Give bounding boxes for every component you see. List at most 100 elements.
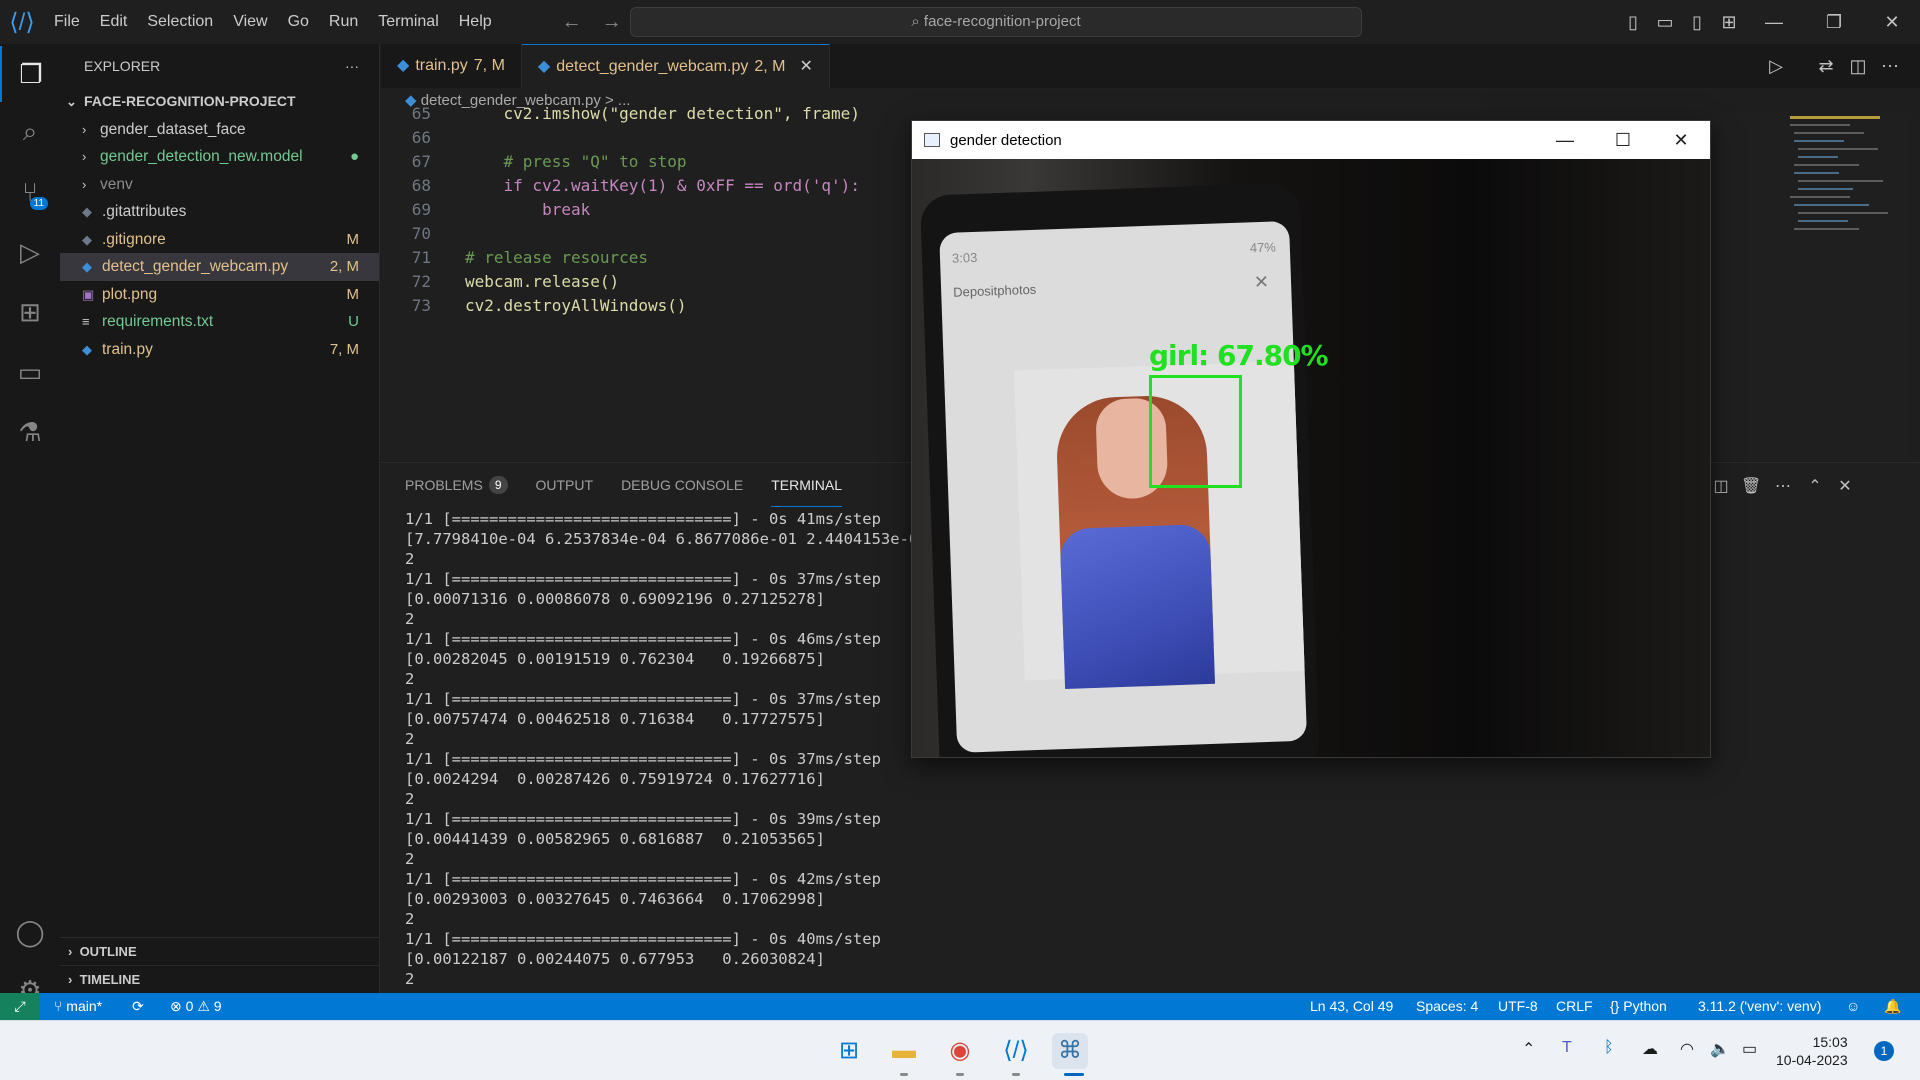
window-maximize-icon[interactable]: ☐ <box>1594 121 1652 159</box>
python-taskbar-icon[interactable]: ⌘ <box>1052 1033 1088 1069</box>
encoding[interactable]: UTF-8 <box>1498 993 1538 1020</box>
timeline-section[interactable]: › TIMELINE <box>60 965 379 993</box>
git-status-badge: M <box>346 285 360 303</box>
tree-file[interactable]: ◆ detect_gender_webcam.py 2, M <box>60 253 379 281</box>
tree-item-label: train.py <box>102 340 153 358</box>
accounts-icon[interactable]: ◯ <box>0 904 60 960</box>
tree-file[interactable]: ◆ .gitattributes <box>60 198 379 226</box>
language-mode[interactable]: {} Python <box>1610 993 1667 1020</box>
panel-tab-output[interactable]: OUTPUT <box>536 463 594 507</box>
panel-more-icon[interactable]: ⋯ <box>1773 477 1793 497</box>
panel-tab-debug-console[interactable]: DEBUG CONSOLE <box>621 463 743 507</box>
notifications-bell-icon[interactable]: 🔔 <box>1884 993 1901 1020</box>
volume-icon[interactable]: 🔈 <box>1710 1039 1730 1059</box>
chevron-right-icon: › <box>68 972 80 987</box>
command-center-search[interactable]: ⌕ face-recognition-project <box>630 7 1362 37</box>
tree-file[interactable]: ◆ .gitignore M <box>60 226 379 254</box>
tab-status: 2, M <box>754 57 786 75</box>
vscode-taskbar-icon[interactable]: ⟨/⟩ <box>998 1033 1034 1069</box>
menu-edit[interactable]: Edit <box>90 0 138 44</box>
more-actions-icon[interactable]: ··· <box>345 44 359 88</box>
editor-tab[interactable]: ◆ detect_gender_webcam.py 2, M ✕ <box>521 44 830 89</box>
remote-explorer-icon[interactable]: ▭ <box>0 344 60 400</box>
teams-icon[interactable]: T <box>1562 1039 1572 1057</box>
extensions-icon[interactable]: ⊞ <box>0 284 60 340</box>
onedrive-cloud-icon[interactable]: ☁ <box>1642 1039 1658 1059</box>
toggle-secondary-sidebar-icon[interactable]: ▯ <box>1685 10 1709 34</box>
chrome-icon[interactable]: ◉ <box>942 1033 978 1069</box>
outline-section[interactable]: › OUTLINE <box>60 937 379 965</box>
tree-file[interactable]: ▣ plot.png M <box>60 281 379 309</box>
menu-file[interactable]: File <box>44 0 90 44</box>
indentation[interactable]: Spaces: 4 <box>1416 993 1478 1020</box>
notification-badge[interactable]: 1 <box>1874 1041 1894 1061</box>
menu-run[interactable]: Run <box>319 0 368 44</box>
tree-file[interactable]: ≡ requirements.txt U <box>60 308 379 336</box>
terminal-line: 1/1 [==============================] - 0… <box>405 750 881 768</box>
cursor-position[interactable]: Ln 43, Col 49 <box>1310 993 1393 1020</box>
project-root-folder[interactable]: ⌄ FACE-RECOGNITION-PROJECT <box>60 88 379 116</box>
tree-folder[interactable]: › gender_detection_new.model ● <box>60 143 379 171</box>
bluetooth-icon[interactable]: ᛒ <box>1604 1039 1614 1057</box>
minimap[interactable] <box>1780 114 1910 462</box>
back-arrow-icon[interactable]: ← <box>562 11 582 34</box>
menu-terminal[interactable]: Terminal <box>368 0 448 44</box>
split-editor-icon[interactable]: ◫ <box>1846 54 1870 78</box>
git-branch[interactable]: ⑂ main* <box>54 993 102 1020</box>
battery-icon[interactable]: ▭ <box>1742 1039 1757 1059</box>
close-panel-icon[interactable]: ✕ <box>1835 477 1855 497</box>
kill-terminal-icon[interactable]: 🗑 <box>1741 477 1761 497</box>
remote-indicator-icon[interactable]: ⤢ <box>0 993 40 1020</box>
tab-label: train.py <box>415 57 468 74</box>
tab-close-icon[interactable]: ✕ <box>799 45 812 89</box>
window-close-icon[interactable]: ✕ <box>1652 121 1710 159</box>
menu-go[interactable]: Go <box>278 0 319 44</box>
line-ending[interactable]: CRLF <box>1556 993 1593 1020</box>
code-text: cv2.imshow("gender detection", frame) <box>465 104 860 123</box>
search-icon[interactable]: ⌕ <box>0 104 60 160</box>
vscode-logo-icon: ⟨/⟩ <box>9 8 35 36</box>
maximize-panel-icon[interactable]: ⌃ <box>1805 477 1825 497</box>
run-debug-icon[interactable]: ▷ <box>0 224 60 280</box>
problems-indicator[interactable]: ⊗ 0 ⚠ 9 <box>170 993 222 1020</box>
panel-tab-problems[interactable]: PROBLEMS 9 <box>405 463 508 507</box>
source-control-icon[interactable]: ⑂ 11 <box>0 164 60 220</box>
windows-start-icon[interactable]: ⊞ <box>831 1033 867 1069</box>
explorer-icon[interactable]: ❐ <box>0 46 60 102</box>
terminal-output[interactable]: 1/1 [==============================] - 0… <box>405 509 937 989</box>
python-interpreter[interactable]: 3.11.2 ('venv': venv) <box>1698 993 1821 1020</box>
tree-folder[interactable]: › venv <box>60 171 379 199</box>
restore-icon[interactable]: ❐ <box>1822 10 1846 34</box>
chevron-up-icon[interactable]: ⌃ <box>1522 1039 1535 1059</box>
split-terminal-icon[interactable]: ◫ <box>1711 477 1731 497</box>
line-number: 70 <box>411 224 431 243</box>
open-changes-icon[interactable]: ⇄ <box>1814 54 1838 78</box>
toggle-primary-sidebar-icon[interactable]: ▯ <box>1621 10 1645 34</box>
minimize-icon[interactable]: — <box>1762 10 1786 34</box>
sync-icon[interactable]: ⟳ <box>132 993 144 1020</box>
toggle-panel-icon[interactable]: ▭ <box>1653 10 1677 34</box>
terminal-line: 1/1 [==============================] - 0… <box>405 810 881 828</box>
customize-layout-icon[interactable]: ⊞ <box>1717 10 1741 34</box>
window-minimize-icon[interactable]: — <box>1536 121 1594 159</box>
run-python-file-icon[interactable]: ▷ <box>1764 54 1788 78</box>
line-number: 67 <box>411 152 431 171</box>
forward-arrow-icon[interactable]: → <box>602 11 622 34</box>
menu-view[interactable]: View <box>223 0 277 44</box>
wifi-icon[interactable]: ◠ <box>1680 1039 1694 1059</box>
system-clock[interactable]: 15:03 10-04-2023 <box>1776 1033 1848 1069</box>
tree-file[interactable]: ◆ train.py 7, M <box>60 336 379 364</box>
menu-selection[interactable]: Selection <box>137 0 223 44</box>
testing-icon[interactable]: ⚗ <box>0 404 60 460</box>
feedback-icon[interactable]: ☺ <box>1846 993 1860 1020</box>
tree-folder[interactable]: › gender_dataset_face <box>60 116 379 144</box>
explorer-title: EXPLORER <box>84 58 161 74</box>
editor-more-actions-icon[interactable]: ⋯ <box>1878 54 1902 78</box>
close-icon[interactable]: ✕ <box>1880 10 1904 34</box>
panel-tab-terminal[interactable]: TERMINAL <box>771 463 842 507</box>
phone-app-name: Depositphotos <box>952 281 1037 300</box>
gender-detection-window[interactable]: gender detection — ☐ ✕ 3:03 47% Depositp… <box>911 120 1711 758</box>
file-explorer-icon[interactable]: ▬ <box>886 1033 922 1069</box>
menu-help[interactable]: Help <box>449 0 502 44</box>
editor-tab[interactable]: ◆ train.py 7, M <box>381 44 522 88</box>
